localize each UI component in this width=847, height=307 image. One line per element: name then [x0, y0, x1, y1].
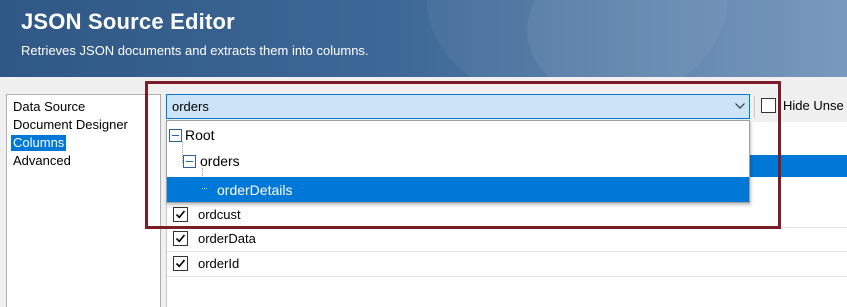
nav-item-columns[interactable]: Columns — [11, 135, 67, 151]
header-decoration — [427, 0, 727, 77]
collapse-icon[interactable] — [183, 155, 196, 168]
tree-item-orders[interactable]: orders — [200, 153, 240, 169]
tree-item-label: orderDetails — [217, 182, 293, 198]
dialog-subtitle: Retrieves JSON documents and extracts th… — [21, 43, 369, 58]
dialog-header: JSON Source Editor Retrieves JSON docume… — [0, 0, 847, 77]
toolbar-separator — [754, 96, 755, 118]
document-path-combo[interactable]: orders — [166, 94, 750, 119]
collapse-icon[interactable] — [169, 129, 182, 142]
selected-row-highlight — [747, 155, 847, 177]
checkmark-icon — [175, 259, 186, 268]
column-row[interactable]: orderData — [167, 227, 847, 252]
chevron-down-icon[interactable] — [735, 103, 745, 109]
column-name: orderId — [198, 256, 240, 271]
hide-unused-label: Hide Unse — [783, 98, 844, 113]
column-row[interactable]: orderId — [167, 252, 847, 277]
tree-connector — [202, 188, 207, 189]
combo-value: orders — [172, 99, 209, 114]
nav-item-advanced[interactable]: Advanced — [11, 153, 73, 169]
checkmark-icon — [175, 210, 186, 219]
tree-item-root[interactable]: Root — [185, 127, 215, 143]
hide-unused-checkbox[interactable] — [761, 98, 776, 113]
column-name: orderData — [198, 231, 256, 246]
nav-item-document-designer[interactable]: Document Designer — [11, 117, 130, 133]
dialog-title: JSON Source Editor — [21, 9, 235, 34]
nav-item-data-source[interactable]: Data Source — [11, 99, 87, 115]
column-checkbox[interactable] — [173, 207, 188, 222]
nav-panel: Data Source Document Designer Columns Ad… — [6, 94, 161, 307]
checkmark-icon — [175, 234, 186, 243]
column-checkbox[interactable] — [173, 231, 188, 246]
column-checkbox[interactable] — [173, 256, 188, 271]
column-row[interactable]: ordcust — [167, 203, 847, 228]
column-name: ordcust — [198, 207, 241, 222]
tree-dropdown: Root orders orderDetails — [166, 120, 750, 203]
